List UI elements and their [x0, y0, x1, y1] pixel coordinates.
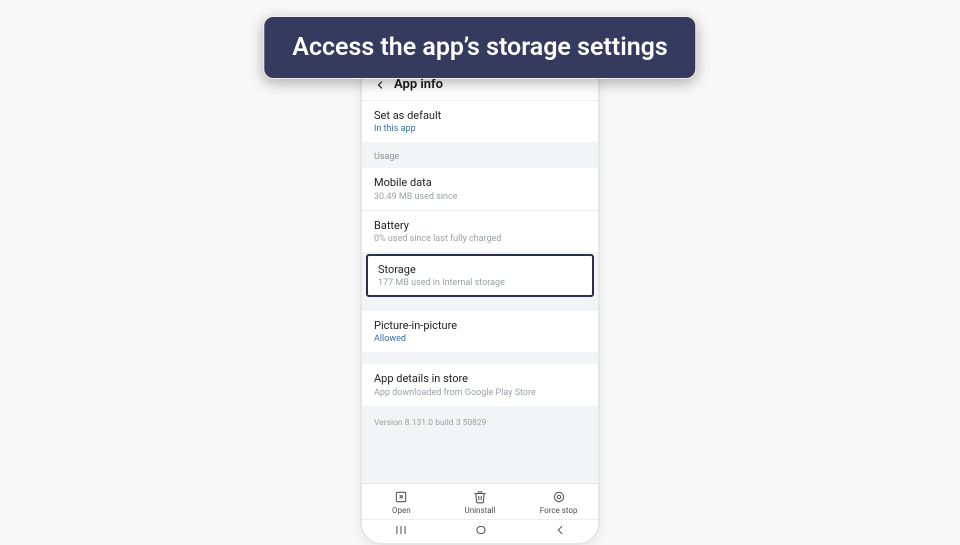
instruction-text: Access the app’s storage settings [292, 33, 667, 62]
home-button[interactable] [472, 522, 490, 541]
stop-icon [552, 490, 566, 504]
uninstall-button[interactable]: Uninstall [450, 490, 510, 515]
set-as-default-sub: In this app [374, 124, 586, 134]
set-as-default-row[interactable]: Set as default In this app [362, 101, 598, 142]
android-navbar [362, 519, 598, 543]
mobile-data-sub: 30.49 MB used since [374, 192, 586, 202]
usage-section-label: Usage [362, 142, 598, 168]
phone-screen: App info Set as default In this app Usag… [362, 47, 598, 543]
spacer [362, 299, 598, 311]
app-store-sub: App downloaded from Google Play Store [374, 388, 586, 398]
instruction-callout: Access the app’s storage settings [263, 16, 696, 79]
open-icon [394, 490, 408, 504]
pip-row[interactable]: Picture-in-picture Allowed [362, 311, 598, 352]
phone-frame: App info Set as default In this app Usag… [360, 45, 600, 545]
app-store-title: App details in store [374, 372, 586, 386]
mobile-data-title: Mobile data [374, 176, 586, 190]
battery-sub: 0% used since last fully charged [374, 234, 586, 244]
battery-row[interactable]: Battery 0% used since last fully charged [362, 210, 598, 252]
trash-icon [473, 490, 487, 504]
back-icon[interactable] [374, 79, 386, 91]
nav-back-button[interactable] [553, 522, 567, 541]
open-button[interactable]: Open [371, 490, 431, 515]
open-label: Open [392, 506, 411, 515]
set-as-default-title: Set as default [374, 109, 586, 123]
page-title: App info [394, 77, 443, 92]
mobile-data-row[interactable]: Mobile data 30.49 MB used since [362, 168, 598, 209]
version-text: Version 8.131.0 build 3 50829 [362, 406, 598, 444]
uninstall-label: Uninstall [465, 506, 496, 515]
storage-row[interactable]: Storage 177 MB used in Internal storage [366, 254, 594, 297]
pip-sub: Allowed [374, 334, 586, 344]
app-store-row[interactable]: App details in store App downloaded from… [362, 364, 598, 405]
force-stop-button[interactable]: Force stop [529, 490, 589, 515]
force-stop-label: Force stop [540, 506, 578, 515]
storage-title: Storage [378, 263, 582, 277]
spacer [362, 352, 598, 364]
pip-title: Picture-in-picture [374, 319, 586, 333]
bottom-action-bar: Open Uninstall Force stop [362, 483, 598, 519]
battery-title: Battery [374, 219, 586, 233]
settings-content: Set as default In this app Usage Mobile … [362, 101, 598, 483]
storage-sub: 177 MB used in Internal storage [378, 278, 582, 288]
recent-apps-button[interactable] [393, 522, 409, 541]
